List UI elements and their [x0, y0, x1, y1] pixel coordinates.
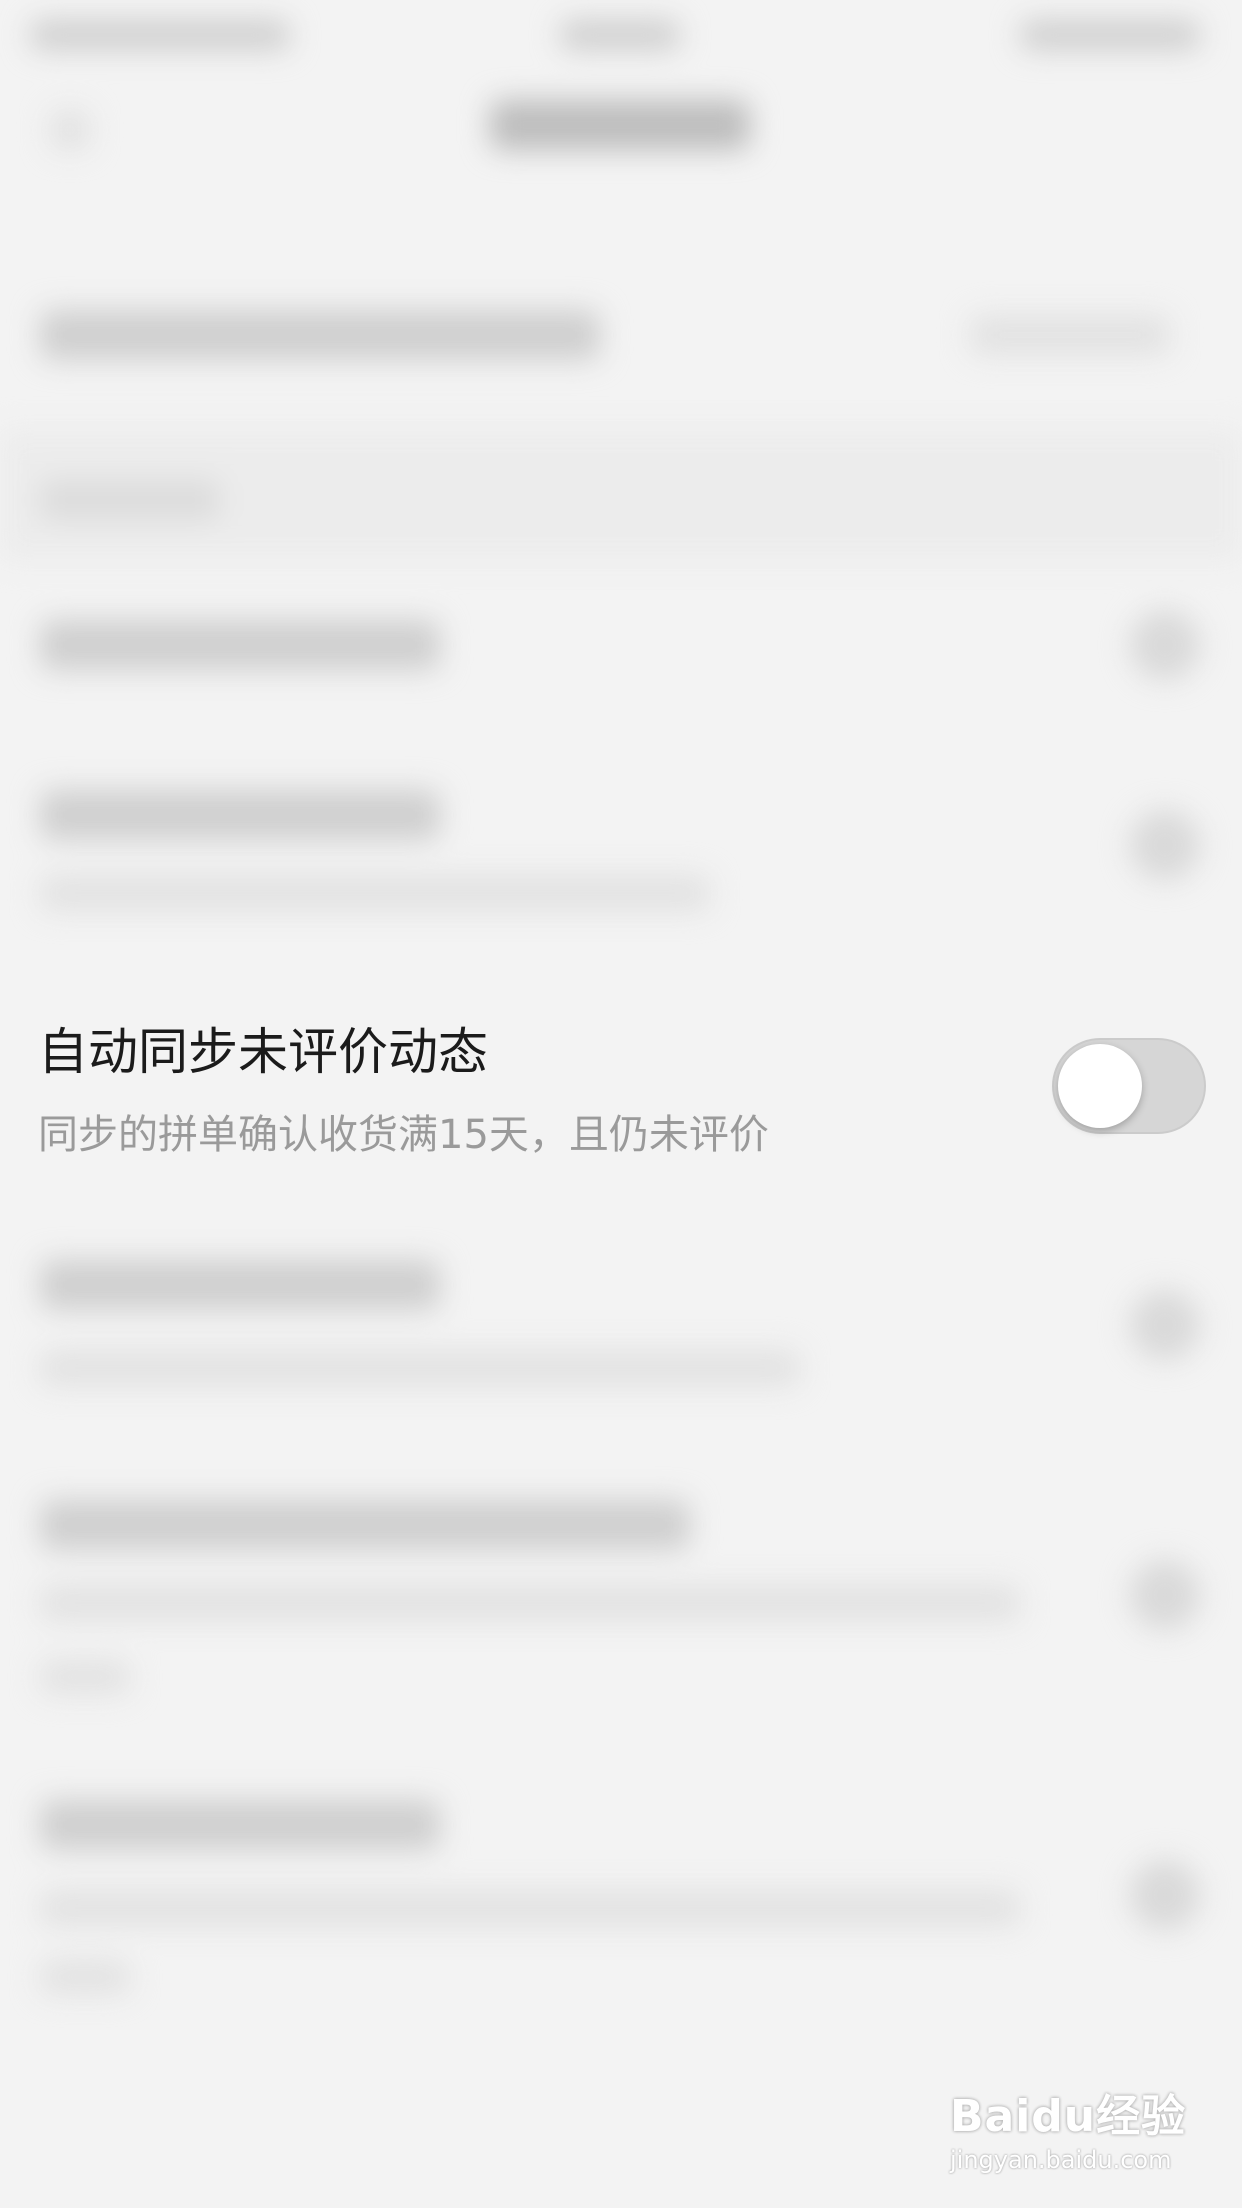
row-1-title — [40, 620, 440, 670]
row-5-subtitle-2 — [40, 1660, 130, 1694]
row-2-toggle — [1130, 810, 1200, 880]
status-bar-time — [560, 20, 680, 50]
row-6-toggle — [1130, 1860, 1200, 1930]
row-6-subtitle — [40, 1890, 1020, 1926]
page-title — [490, 100, 750, 150]
header-row-text — [40, 310, 600, 360]
auto-sync-toggle[interactable] — [1052, 1038, 1206, 1134]
setting-title: 自动同步未评价动态 — [38, 1023, 488, 1081]
row-4-subtitle — [40, 1350, 800, 1386]
row-5-title — [40, 1500, 690, 1550]
toggle-knob — [1058, 1044, 1142, 1128]
status-bar-right — [1020, 20, 1200, 50]
header-row-value — [970, 315, 1170, 355]
setting-row-auto-sync: 自动同步未评价动态 同步的拼单确认收货满15天，且仍未评价 — [0, 970, 1242, 1210]
row-4-title — [40, 1260, 440, 1310]
row-6-subtitle-2 — [40, 1960, 130, 1994]
row-2-subtitle — [40, 875, 710, 911]
watermark-logo: Baidu经验 — [950, 2091, 1187, 2142]
row-4-toggle — [1130, 1290, 1200, 1360]
row-5-subtitle — [40, 1585, 1020, 1621]
row-1-toggle — [1130, 610, 1200, 680]
row-5-toggle — [1130, 1560, 1200, 1630]
row-6-title — [40, 1800, 440, 1850]
baidu-jingyan-watermark: Baidu经验 jingyan.baidu.com — [950, 2080, 1210, 2174]
back-icon — [50, 110, 90, 150]
section-header — [40, 480, 220, 520]
row-2-title — [40, 790, 440, 840]
status-bar-left — [30, 20, 290, 50]
setting-subtitle: 同步的拼单确认收货满15天，且仍未评价 — [38, 1112, 769, 1158]
watermark-url: jingyan.baidu.com — [950, 2146, 1172, 2174]
